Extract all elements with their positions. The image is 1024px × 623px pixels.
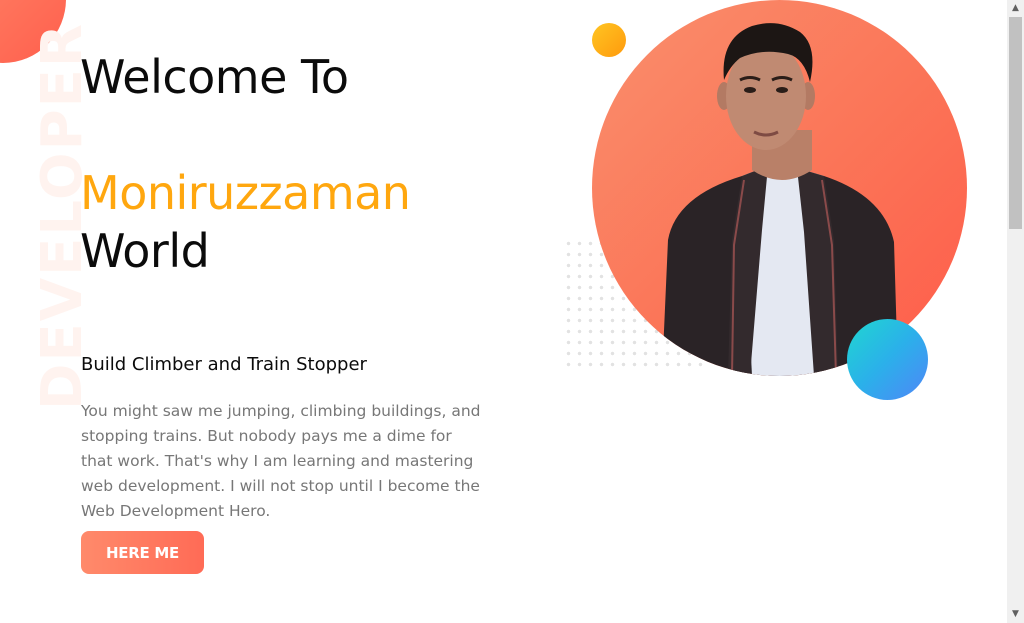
person-portrait-icon (662, 23, 898, 376)
profile-photo (592, 0, 967, 376)
hero-title-name: Moniruzzaman (80, 166, 411, 220)
page: DEVELOPER Welcome To Moniruzzaman World … (0, 0, 1007, 623)
hero-title-line-3: World (80, 224, 210, 278)
scrollbar-thumb[interactable] (1009, 17, 1022, 229)
scroll-down-icon[interactable]: ▼ (1007, 606, 1024, 623)
here-me-button[interactable]: HERE ME (81, 531, 204, 574)
hero-title-line-1: Welcome To (80, 50, 349, 104)
hero-title: Welcome To Moniruzzaman World (80, 48, 411, 280)
scroll-up-icon[interactable]: ▲ (1007, 0, 1024, 17)
hero-description: You might saw me jumping, climbing build… (81, 402, 481, 520)
decorative-teal-circle (847, 319, 928, 400)
vertical-scrollbar[interactable]: ▲ ▼ (1007, 0, 1024, 623)
hero-subtitle: Build Climber and Train Stopper (81, 354, 367, 375)
